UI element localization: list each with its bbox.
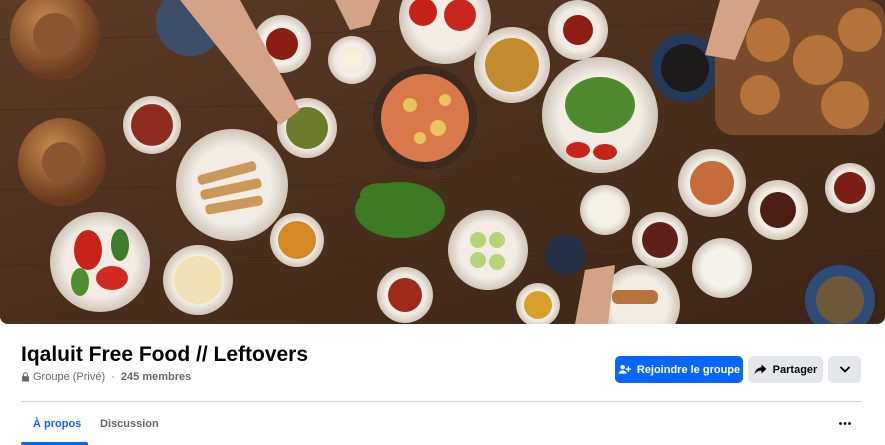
join-group-label: Rejoindre le groupe [636,363,741,376]
join-group-button[interactable]: Rejoindre le groupe [615,356,743,383]
group-join-icon [618,364,631,374]
tab-about[interactable]: À propos [21,406,93,442]
share-button[interactable]: Partager [748,356,823,383]
header-divider [21,401,861,402]
group-header: Iqaluit Free Food // Leftovers Groupe (P… [0,324,885,445]
group-privacy[interactable]: Groupe (Privé) [33,371,105,383]
cover-photo[interactable] [0,0,885,324]
share-arrow-icon [754,364,767,375]
chevron-down-icon [839,366,850,373]
cover-photo-image [0,0,885,324]
tab-discussion[interactable]: Discussion [88,406,171,442]
meta-separator: · [108,371,118,383]
group-meta: Groupe (Privé) · 245 membres [21,371,191,383]
share-label: Partager [772,363,818,376]
lock-icon [21,372,30,382]
group-members-count[interactable]: 245 membres [121,371,191,383]
more-options-button[interactable] [828,356,861,383]
tabs-more-button[interactable] [828,411,861,435]
group-name[interactable]: Iqaluit Free Food // Leftovers [21,343,308,367]
ellipsis-icon [838,421,851,425]
